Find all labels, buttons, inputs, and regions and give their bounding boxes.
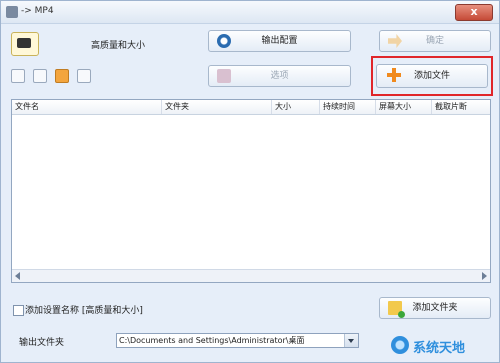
chevron-down-icon[interactable] [344, 334, 358, 347]
options-icon [217, 69, 231, 83]
add-folder-label: 添加文件夹 [412, 303, 458, 313]
video-profile-icon[interactable] [11, 32, 39, 56]
add-file-icon[interactable] [11, 69, 25, 83]
output-config-label: 输出配置 [261, 36, 298, 46]
arrow-right-icon [388, 34, 402, 48]
column-header[interactable]: 文件夹 [162, 100, 272, 114]
gear-icon [217, 34, 231, 48]
column-header[interactable]: 文件名 [12, 100, 162, 114]
app-icon [6, 6, 18, 18]
output-folder-path: C:\Documents and Settings\Administrator\… [119, 336, 305, 345]
title-bar: -> MP4 x [1, 1, 499, 24]
options-button[interactable]: 选项 [208, 65, 351, 87]
profile-label: 高质量和大小 [91, 41, 146, 51]
scroll-left-icon[interactable] [15, 272, 20, 280]
play-icon[interactable] [55, 69, 69, 83]
watermark-text: 系统天地 [413, 341, 466, 356]
scroll-right-icon[interactable] [482, 272, 487, 280]
add-folder-button[interactable]: 添加文件夹 [379, 297, 491, 319]
window-title: -> MP4 [21, 6, 54, 16]
file-list[interactable]: 文件名 文件夹 大小 持续时间 屏幕大小 截取片断 [11, 99, 491, 283]
column-header[interactable]: 屏幕大小 [376, 100, 432, 114]
folder-add-icon [388, 301, 405, 318]
close-button[interactable]: x [455, 4, 493, 21]
options-label: 选项 [270, 71, 289, 81]
column-header[interactable]: 持续时间 [320, 100, 376, 114]
watermark: 系统天地 [391, 334, 491, 358]
column-header[interactable]: 截取片断 [432, 100, 490, 114]
append-setting-label: 添加设置名称 [高质量和大小] [25, 306, 143, 316]
app-window: -> MP4 x 高质量和大小 输出配置 确定 选项 添加文件 文件名 文件夹 … [0, 0, 500, 363]
ok-label: 确定 [425, 36, 444, 46]
output-config-button[interactable]: 输出配置 [208, 30, 351, 52]
output-folder-label: 输出文件夹 [19, 338, 65, 348]
ok-button[interactable]: 确定 [379, 30, 491, 52]
highlight-box [371, 56, 493, 96]
horizontal-scrollbar[interactable] [12, 269, 490, 282]
output-folder-select[interactable]: C:\Documents and Settings\Administrator\… [116, 333, 359, 348]
column-header[interactable]: 大小 [272, 100, 320, 114]
append-setting-checkbox[interactable] [13, 305, 24, 316]
remove-icon[interactable] [33, 69, 47, 83]
media-info-icon[interactable] [77, 69, 91, 83]
list-header: 文件名 文件夹 大小 持续时间 屏幕大小 截取片断 [12, 100, 490, 115]
watermark-logo-icon [391, 336, 409, 354]
